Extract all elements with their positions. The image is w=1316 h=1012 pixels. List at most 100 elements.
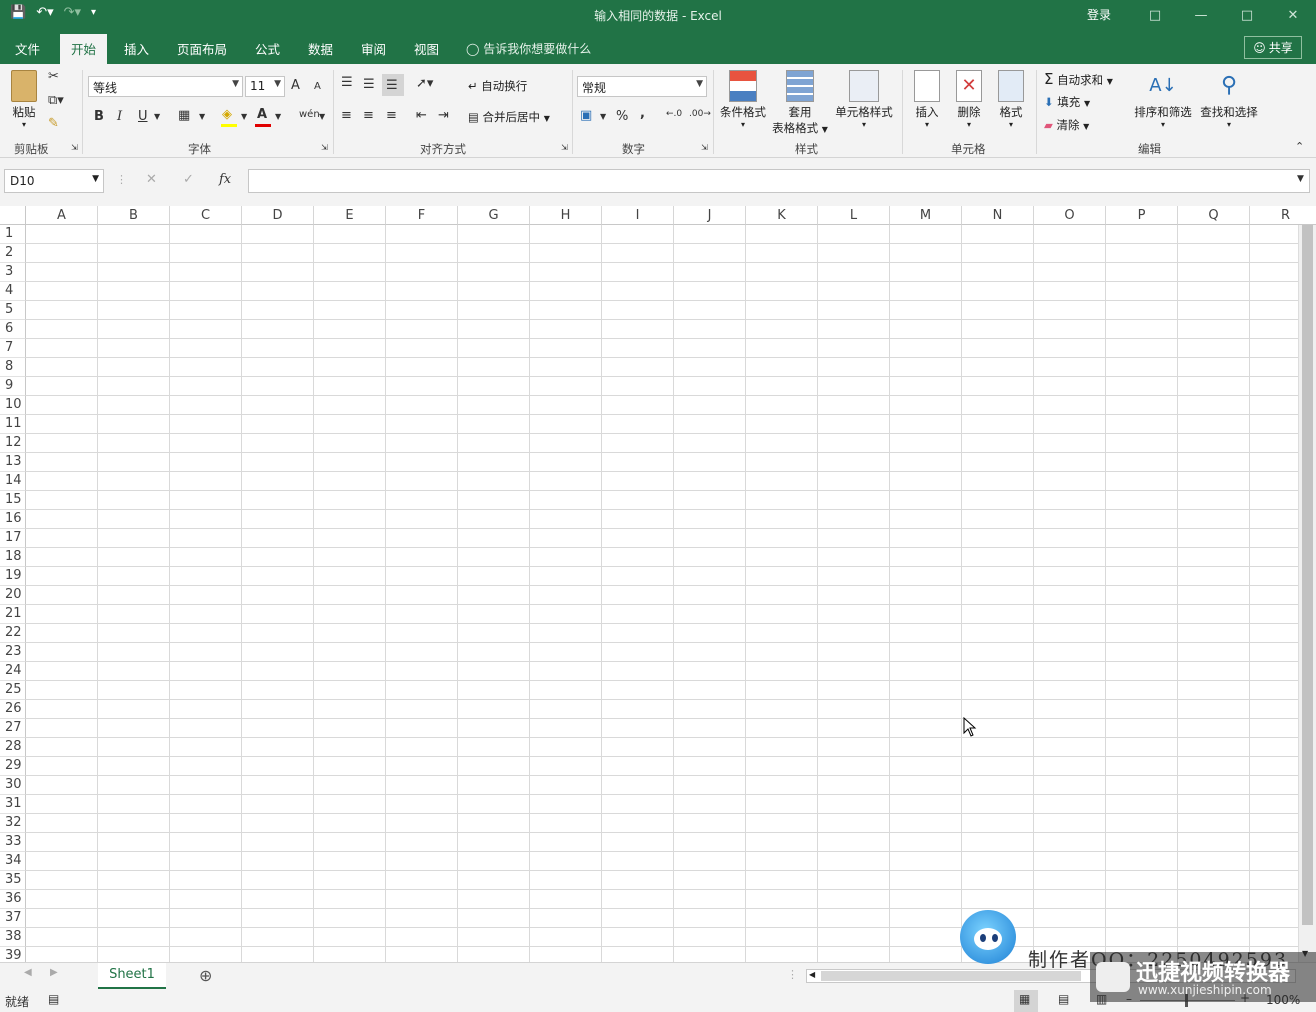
ribbon-display-icon[interactable]: □ <box>1132 0 1178 30</box>
column-header[interactable]: F <box>386 206 458 225</box>
row-header[interactable]: 37 <box>0 909 26 928</box>
normal-view-icon[interactable]: ▦ <box>1019 992 1030 1006</box>
column-header[interactable]: O <box>1034 206 1106 225</box>
accounting-format-icon[interactable]: ▣ <box>580 108 592 123</box>
column-header[interactable]: E <box>314 206 386 225</box>
row-header[interactable]: 11 <box>0 415 26 434</box>
tab-view[interactable]: 视图 <box>414 39 439 58</box>
number-format-select[interactable]: 常规 ▼ <box>577 76 707 97</box>
row-header[interactable]: 19 <box>0 567 26 586</box>
vertical-scrollbar[interactable]: ▲ ▼ <box>1298 206 1316 962</box>
row-header[interactable]: 39 <box>0 947 26 962</box>
format-cells-button[interactable]: 格式 ▾ <box>992 70 1030 129</box>
insert-function-button[interactable]: fx <box>219 172 231 187</box>
login-link[interactable]: 登录 <box>1087 6 1111 23</box>
splitter-icon[interactable]: ⋮ <box>787 968 798 981</box>
row-header[interactable]: 20 <box>0 586 26 605</box>
share-button[interactable]: ☺ 共享 <box>1244 36 1302 59</box>
decrease-indent-icon[interactable]: ⇤ <box>416 108 427 123</box>
row-header[interactable]: 1 <box>0 225 26 244</box>
comma-style-button[interactable]: , <box>640 106 645 121</box>
font-size-select[interactable]: 11 ▼ <box>245 76 285 97</box>
row-header[interactable]: 29 <box>0 757 26 776</box>
insert-cells-button[interactable]: 插入 ▾ <box>908 70 946 129</box>
cell-styles-button[interactable]: 单元格样式 ▾ <box>832 70 896 129</box>
row-header[interactable]: 38 <box>0 928 26 947</box>
align-right-icon[interactable]: ≡ <box>386 108 397 123</box>
column-header[interactable]: I <box>602 206 674 225</box>
column-header[interactable]: N <box>962 206 1034 225</box>
decrease-decimal-icon[interactable]: .00→ <box>689 109 711 119</box>
tab-home[interactable]: 开始 <box>60 34 108 64</box>
tab-file[interactable]: 文件 <box>15 39 40 58</box>
row-header[interactable]: 28 <box>0 738 26 757</box>
collapse-ribbon-icon[interactable]: ⌃ <box>1295 140 1304 153</box>
border-icon[interactable]: ▦ <box>178 108 190 123</box>
expand-formula-icon[interactable]: ▼ <box>1297 174 1304 184</box>
sort-filter-button[interactable]: A↓ 排序和筛选 ▾ <box>1130 70 1196 129</box>
underline-button[interactable]: U <box>138 109 148 124</box>
dialog-launcher-icon[interactable]: ⇲ <box>701 143 708 152</box>
formula-input[interactable] <box>248 169 1310 193</box>
cut-icon[interactable]: ✂ <box>48 69 59 84</box>
phonetic-guide-icon[interactable]: wén <box>299 109 320 120</box>
row-header[interactable]: 36 <box>0 890 26 909</box>
chevron-down-icon[interactable]: ▼ <box>275 112 281 121</box>
align-center-icon[interactable]: ≡ <box>363 108 374 123</box>
format-as-table-button[interactable]: 套用 表格格式 ▼ <box>770 70 830 136</box>
column-header[interactable]: B <box>98 206 170 225</box>
fill-color-icon[interactable]: ◈ <box>222 107 232 122</box>
page-layout-view-icon[interactable]: ▤ <box>1058 992 1069 1006</box>
percent-style-button[interactable]: % <box>616 109 628 124</box>
shrink-font-icon[interactable]: A <box>314 81 321 92</box>
select-all-corner[interactable] <box>0 206 26 225</box>
increase-decimal-icon[interactable]: ←.0 <box>666 109 682 119</box>
grow-font-icon[interactable]: A <box>291 78 300 93</box>
worksheet-grid[interactable]: ▲ ▼ ABCDEFGHIJKLMNOPQR123456789101112131… <box>0 206 1316 962</box>
clear-button[interactable]: ▰ 清除 ▼ <box>1044 117 1089 133</box>
column-header[interactable]: A <box>26 206 98 225</box>
column-header[interactable]: J <box>674 206 746 225</box>
align-top-icon[interactable]: ☰ <box>341 75 353 90</box>
tab-data[interactable]: 数据 <box>308 39 333 58</box>
row-header[interactable]: 34 <box>0 852 26 871</box>
row-header[interactable]: 4 <box>0 282 26 301</box>
font-name-select[interactable]: 等线 ▼ <box>88 76 243 97</box>
tab-formulas[interactable]: 公式 <box>255 39 280 58</box>
column-header[interactable]: R <box>1250 206 1316 225</box>
chevron-down-icon[interactable]: ▼ <box>600 112 606 121</box>
row-header[interactable]: 26 <box>0 700 26 719</box>
row-header[interactable]: 22 <box>0 624 26 643</box>
close-button[interactable]: ✕ <box>1270 0 1316 30</box>
row-header[interactable]: 33 <box>0 833 26 852</box>
row-header[interactable]: 18 <box>0 548 26 567</box>
find-select-button[interactable]: ⚲ 查找和选择 ▾ <box>1196 70 1262 129</box>
italic-button[interactable]: I <box>117 109 122 124</box>
column-header[interactable]: P <box>1106 206 1178 225</box>
align-left-icon[interactable]: ≡ <box>341 108 352 123</box>
dialog-launcher-icon[interactable]: ⇲ <box>321 143 328 152</box>
column-header[interactable]: M <box>890 206 962 225</box>
row-header[interactable]: 25 <box>0 681 26 700</box>
column-header[interactable]: L <box>818 206 890 225</box>
row-header[interactable]: 2 <box>0 244 26 263</box>
column-header[interactable]: H <box>530 206 602 225</box>
column-header[interactable]: G <box>458 206 530 225</box>
autosum-button[interactable]: Σ 自动求和 ▼ <box>1044 70 1113 88</box>
prev-sheet-icon[interactable]: ◀ <box>24 967 32 978</box>
row-header[interactable]: 15 <box>0 491 26 510</box>
row-header[interactable]: 16 <box>0 510 26 529</box>
row-header[interactable]: 12 <box>0 434 26 453</box>
fill-button[interactable]: ⬇ 填充 ▼ <box>1044 94 1090 110</box>
row-header[interactable]: 24 <box>0 662 26 681</box>
column-header[interactable]: D <box>242 206 314 225</box>
chevron-down-icon[interactable]: ▼ <box>319 112 325 121</box>
tab-insert[interactable]: 插入 <box>124 39 149 58</box>
row-header[interactable]: 17 <box>0 529 26 548</box>
increase-indent-icon[interactable]: ⇥ <box>438 108 449 123</box>
row-header[interactable]: 13 <box>0 453 26 472</box>
row-header[interactable]: 10 <box>0 396 26 415</box>
column-header[interactable]: Q <box>1178 206 1250 225</box>
dialog-launcher-icon[interactable]: ⇲ <box>561 143 568 152</box>
add-sheet-icon[interactable]: ⊕ <box>199 966 212 985</box>
